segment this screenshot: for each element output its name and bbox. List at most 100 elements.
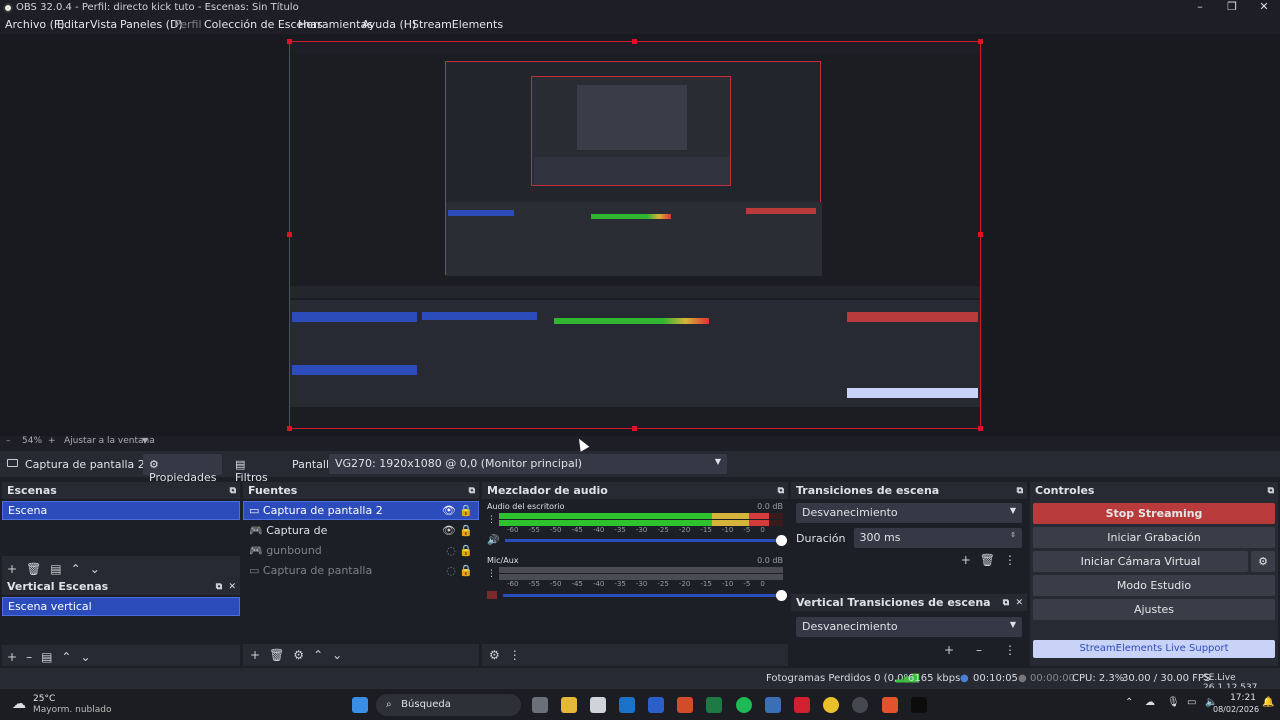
network-icon[interactable]: ▭ [1187, 697, 1196, 708]
support-button[interactable]: StreamElements Live Support [1033, 640, 1275, 658]
clock-date[interactable]: 08/02/2026 [1213, 705, 1259, 714]
kebab-menu-icon[interactable]: ⋮ [1004, 553, 1016, 567]
store-icon[interactable] [590, 697, 606, 713]
move-up-icon[interactable]: ⌃ [313, 648, 323, 662]
spotify-icon[interactable] [736, 697, 752, 713]
move-up-icon[interactable]: ⌃ [61, 650, 71, 664]
minimize-button[interactable]: – [1184, 0, 1216, 13]
filters-button[interactable]: ▤ Filtros [229, 454, 279, 484]
eye-icon[interactable]: 👁 [442, 524, 456, 537]
clock-time[interactable]: 17:21 [1222, 693, 1256, 703]
undock-icon[interactable]: ⧉ [1268, 486, 1274, 496]
advanced-audio-icon[interactable]: ⚙ [489, 648, 500, 662]
start-recording-button[interactable]: Iniciar Grabación [1033, 527, 1275, 548]
powerpoint-icon[interactable] [677, 697, 693, 713]
filter-icon[interactable]: ▤ [41, 650, 52, 664]
resize-handle[interactable] [978, 232, 983, 237]
taskbar-search[interactable]: ⌕ Búsqueda [376, 694, 521, 716]
trash-icon[interactable]: 🗑 [26, 562, 41, 576]
add-scene-button[interactable]: + [7, 562, 17, 576]
trash-icon[interactable]: 🗑 [269, 648, 284, 662]
trash-icon[interactable]: 🗑 [980, 553, 995, 567]
resize-handle[interactable] [632, 39, 637, 44]
filter-icon[interactable]: ▤ [50, 562, 61, 576]
tray-chevron-icon[interactable]: ⌃ [1125, 697, 1133, 708]
menu-streamelements[interactable]: StreamElements [412, 18, 503, 31]
lock-icon[interactable]: 🔒 [459, 544, 473, 557]
resize-handle[interactable] [287, 39, 292, 44]
properties-button[interactable]: ⚙ Propiedades [143, 454, 222, 484]
remove-scene-button[interactable]: – [26, 650, 32, 664]
vertical-scene-item[interactable]: Escena vertical [2, 597, 240, 616]
tray-cloud-icon[interactable]: ☁ [1145, 697, 1155, 708]
task-view-icon[interactable] [532, 697, 548, 713]
add-transition-button[interactable]: + [944, 643, 954, 657]
brave-icon[interactable] [882, 697, 898, 713]
menu-perfil[interactable]: Perfil [174, 18, 202, 31]
source-item[interactable]: 🎮 gunbound ◌ 🔒 [243, 540, 479, 560]
scene-item[interactable]: Escena [2, 501, 240, 520]
menu-vista[interactable]: Vista [90, 18, 117, 31]
kebab-menu-icon[interactable]: ⋮ [1004, 643, 1016, 657]
microphone-icon[interactable]: 🎙 [1167, 697, 1180, 708]
source-item[interactable]: ▭ Captura de pantalla 2 👁 🔒 [243, 501, 479, 520]
obs-icon[interactable] [852, 697, 868, 713]
outlook-icon[interactable] [619, 697, 635, 713]
duration-input[interactable]: 300 ms ⇳ [853, 528, 1022, 548]
chevron-down-icon[interactable]: ▼ [142, 436, 148, 445]
weather-desc[interactable]: Mayorm. nublado [33, 705, 112, 715]
kebab-menu-icon[interactable]: ⋮ [487, 569, 496, 579]
muted-speaker-icon[interactable] [487, 591, 497, 599]
shield-icon[interactable] [765, 697, 781, 713]
lock-icon[interactable]: 🔒 [459, 524, 473, 537]
stop-streaming-button[interactable]: Stop Streaming [1033, 503, 1275, 524]
word-icon[interactable] [648, 697, 664, 713]
chrome-icon[interactable] [823, 697, 839, 713]
close-icon[interactable]: ✕ [228, 582, 236, 592]
move-up-icon[interactable]: ⌃ [71, 562, 81, 576]
resize-handle[interactable] [287, 426, 292, 431]
lock-icon[interactable]: 🔒 [459, 564, 473, 577]
move-down-icon[interactable]: ⌄ [90, 562, 100, 576]
red-app-icon[interactable] [794, 697, 810, 713]
resize-handle[interactable] [978, 39, 983, 44]
windows-start-icon[interactable] [352, 697, 368, 713]
zoom-in-button[interactable]: + [48, 436, 56, 446]
add-source-button[interactable]: + [250, 648, 260, 662]
menu-ayuda[interactable]: Ayuda (H) [362, 18, 416, 31]
menu-archivo[interactable]: Archivo (F) [5, 18, 65, 31]
undock-icon[interactable]: ⧉ [1017, 486, 1023, 496]
eye-hidden-icon[interactable]: ◌ [446, 564, 456, 577]
weather-temp[interactable]: 25°C [33, 694, 55, 704]
excel-icon[interactable] [706, 697, 722, 713]
terminal-icon[interactable] [911, 697, 927, 713]
eye-hidden-icon[interactable]: ◌ [446, 544, 456, 557]
volume-slider[interactable] [503, 589, 787, 601]
undock-icon[interactable]: ⧉ [469, 486, 475, 496]
undock-icon[interactable]: ⧉ [1003, 598, 1009, 608]
add-scene-button[interactable]: + [7, 650, 17, 664]
vertical-transition-select[interactable]: Desvanecimiento ▼ [796, 617, 1022, 637]
add-transition-button[interactable]: + [961, 553, 971, 567]
zoom-out-button[interactable]: – [6, 436, 11, 446]
move-down-icon[interactable]: ⌄ [80, 650, 90, 664]
settings-button[interactable]: Ajustes [1033, 599, 1275, 620]
source-item[interactable]: ▭ Captura de pantalla ◌ 🔒 [243, 560, 479, 580]
undock-icon[interactable]: ⧉ [230, 486, 236, 496]
undock-icon[interactable]: ⧉ [778, 486, 784, 496]
resize-handle[interactable] [978, 426, 983, 431]
close-window-button[interactable]: ✕ [1248, 0, 1280, 13]
eye-icon[interactable]: 👁 [442, 504, 456, 517]
transition-select[interactable]: Desvanecimiento ▼ [796, 503, 1022, 523]
file-explorer-icon[interactable] [561, 697, 577, 713]
source-item[interactable]: 🎮 Captura de 👁 🔒 [243, 520, 479, 540]
screen-capture-preview[interactable] [289, 41, 981, 429]
display-select[interactable]: VG270: 1920x1080 @ 0,0 (Monitor principa… [329, 454, 727, 474]
gear-icon[interactable]: ⚙ [1251, 551, 1275, 572]
close-icon[interactable]: ✕ [1015, 598, 1023, 608]
gear-icon[interactable]: ⚙ [293, 648, 304, 662]
speaker-icon[interactable]: 🔊 [487, 535, 499, 546]
menu-editar[interactable]: Editar [57, 18, 90, 31]
kebab-menu-icon[interactable]: ⋮ [509, 648, 521, 662]
remove-transition-button[interactable]: – [976, 643, 982, 657]
